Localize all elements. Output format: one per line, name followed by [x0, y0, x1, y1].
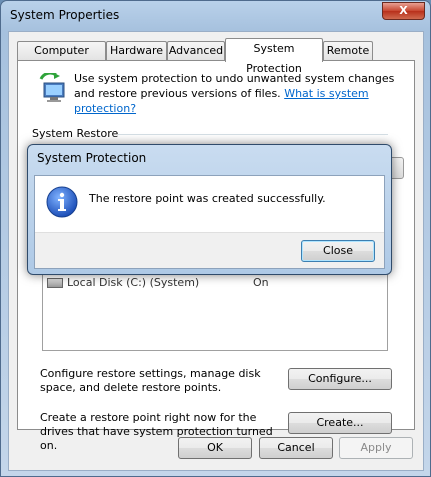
window-title: System Properties [10, 8, 120, 22]
tab-system-protection[interactable]: System Protection [225, 38, 323, 75]
tab-remote[interactable]: Remote [323, 41, 373, 61]
dialog-message: The restore point was created successful… [89, 192, 326, 205]
drive-row[interactable]: Local Disk (C:) (System) [47, 276, 199, 289]
intro-description: Use system protection to undo unwanted s… [74, 71, 404, 116]
dialog-body: The restore point was created successful… [34, 175, 385, 269]
system-protection-icon [39, 73, 65, 102]
window-close-button[interactable]: X [382, 2, 425, 20]
drive-protection-status: On [253, 276, 269, 289]
system-protection-dialog: System Protection The restore point was … [27, 144, 392, 275]
cancel-button[interactable]: Cancel [259, 437, 333, 459]
configure-button[interactable]: Configure... [288, 368, 392, 390]
tab-hardware[interactable]: Hardware [106, 41, 167, 61]
tab-advanced[interactable]: Advanced [167, 41, 225, 61]
ok-button[interactable]: OK [178, 437, 252, 459]
configure-description: Configure restore settings, manage disk … [40, 367, 261, 394]
section-divider [118, 134, 388, 135]
drive-name: Local Disk (C:) (System) [67, 276, 200, 289]
protection-settings-list[interactable]: Local Disk (C:) (System) On [42, 271, 388, 351]
info-icon [46, 186, 78, 218]
dialog-footer: Close [35, 232, 384, 268]
dialog-close-button[interactable]: Close [301, 240, 375, 262]
drive-icon [47, 278, 63, 288]
create-button[interactable]: Create... [288, 412, 392, 434]
dialog-title: System Protection [37, 151, 147, 165]
apply-button[interactable]: Apply [339, 437, 413, 459]
tab-computer-name[interactable]: Computer Name [17, 41, 106, 75]
system-restore-section-label: System Restore [32, 127, 119, 140]
title-bar[interactable]: System Properties X [1, 1, 430, 29]
